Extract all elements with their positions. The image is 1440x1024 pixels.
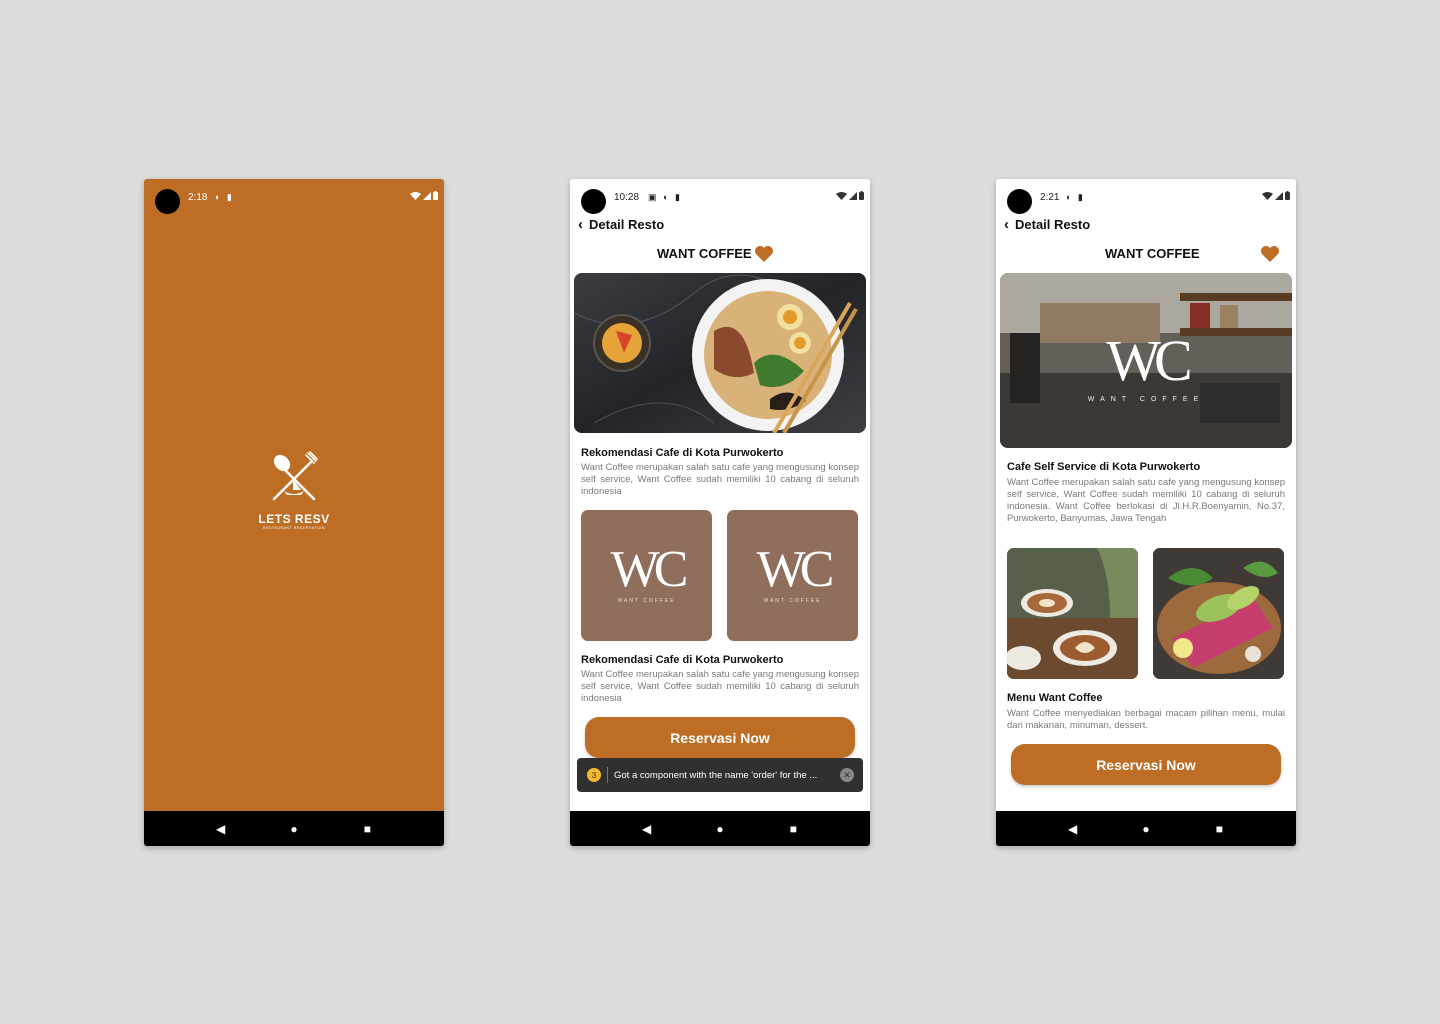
back-nav-icon[interactable]: ◀ [211,822,231,836]
recents-nav-icon[interactable]: ■ [357,822,377,836]
back-button[interactable]: ‹ Detail Resto [578,217,664,232]
status-bar: 10:28 ▣ ◐ ▮ [570,179,870,215]
recents-nav-icon[interactable]: ■ [1209,822,1229,836]
home-nav-icon[interactable]: ● [284,822,304,836]
ramen-bowl-illustration [574,273,866,433]
section-description: Want Coffee merupakan salah satu cafe ya… [581,462,859,497]
latte-art-illustration [1007,548,1138,679]
home-nav-icon[interactable]: ● [710,822,730,836]
cutlery-boat-icon [272,451,318,501]
android-nav-bar: ◀ ● ■ [570,811,870,846]
back-button[interactable]: ‹ Detail Resto [1004,217,1090,232]
section-title: Menu Want Coffee [1007,692,1103,704]
notification-icons: ◐ ▮ [215,192,234,202]
battery-icon [433,191,438,200]
wc-monogram: WC [610,541,689,598]
reservasi-now-button[interactable]: Reservasi Now [585,717,855,758]
chevron-left-icon: ‹ [578,216,583,233]
favorite-heart-icon[interactable] [1260,245,1280,263]
android-nav-bar: ◀ ● ■ [144,811,444,846]
battery-icon [1285,191,1290,200]
hero-cafe-image: WC WANT COFFEE [1000,273,1292,448]
logo-caption: WANT COFFEE [617,598,676,604]
section-title: Rekomendasi Cafe di Kota Purwokerto [581,654,784,666]
home-nav-icon[interactable]: ● [1136,822,1156,836]
toast-count-badge: 3 [587,768,601,782]
want-coffee-logo-tile: WC WANT COFFEE [727,510,858,641]
notification-icons: ◐ ▮ [1066,192,1085,202]
brand-name: LETS RESV [258,512,330,526]
toast-message: Got a component with the name 'order' fo… [614,769,818,781]
signal-icon [423,191,431,200]
back-nav-icon[interactable]: ◀ [1063,822,1083,836]
wifi-icon [836,191,847,200]
section-description: Want Coffee menyediakan berbagai macam p… [1007,708,1285,731]
status-time: 10:28 [614,192,640,203]
system-icons [836,191,864,200]
resto-name: WANT COFFEE [1105,246,1200,261]
favorite-heart-icon[interactable] [754,245,774,263]
status-time: 2:21 [1040,192,1060,203]
back-nav-icon[interactable]: ◀ [637,822,657,836]
section-title: Cafe Self Service di Kota Purwokerto [1007,461,1201,473]
section-title: Rekomendasi Cafe di Kota Purwokerto [581,447,784,459]
close-icon[interactable]: ✕ [840,768,854,782]
coffee-cups-image [1007,548,1138,679]
app-logo: LETS RESV RESTAURANT RESERVATION [254,451,334,530]
detail-resto-screen-b: 2:21 ◐ ▮ ‹ Detail Resto WANT COFFEE WC W… [996,179,1296,846]
wifi-icon [410,191,421,200]
screen-title: Detail Resto [1015,217,1091,232]
status-bar: 2:18 ◐ ▮ [144,179,444,215]
reservasi-now-button[interactable]: Reservasi Now [1011,744,1281,785]
logo-caption: WANT COFFEE [763,598,822,604]
toast-divider [607,767,608,783]
signal-icon [849,191,857,200]
error-toast[interactable]: 3 Got a component with the name 'order' … [577,758,863,792]
status-time: 2:18 [188,192,208,203]
system-icons [1262,191,1290,200]
hero-food-image [574,273,866,433]
android-nav-bar: ◀ ● ■ [996,811,1296,846]
section-description: Want Coffee merupakan salah satu cafe ya… [1007,477,1285,524]
camera-cutout [1007,189,1032,214]
want-coffee-logo-tile: WC WANT COFFEE [581,510,712,641]
notification-icons: ▣ ◐ ▮ [648,192,682,202]
wifi-icon [1262,191,1273,200]
battery-icon [859,191,864,200]
camera-cutout [581,189,606,214]
recents-nav-icon[interactable]: ■ [783,822,803,836]
detail-resto-screen-a: 10:28 ▣ ◐ ▮ ‹ Detail Resto WANT COFFEE R… [570,179,870,846]
splash-screen: 2:18 ◐ ▮ LETS RESV RESTAURANT RESERVATIO… [144,179,444,846]
system-icons [410,191,438,200]
signal-icon [1275,191,1283,200]
wc-monogram: WC [1106,328,1192,393]
camera-cutout [155,189,180,214]
logo-caption: WANT COFFEE [1087,396,1205,403]
screen-title: Detail Resto [589,217,665,232]
resto-name: WANT COFFEE [657,246,752,261]
avocado-toast-illustration [1153,548,1284,679]
chevron-left-icon: ‹ [1004,216,1009,233]
wc-monogram: WC [756,541,835,598]
status-bar: 2:21 ◐ ▮ [996,179,1296,215]
section-description: Want Coffee merupakan salah satu cafe ya… [581,669,859,704]
brand-tagline: RESTAURANT RESERVATION [262,526,326,530]
avocado-toast-image [1153,548,1284,679]
